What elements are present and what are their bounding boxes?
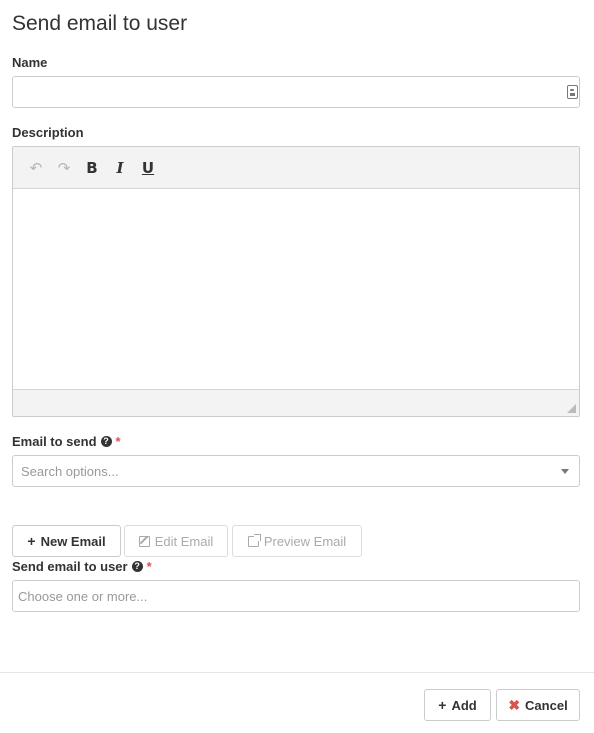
editor-statusbar (13, 389, 579, 416)
cancel-label: Cancel (525, 697, 568, 713)
new-email-button[interactable]: + New Email (12, 525, 121, 557)
edit-email-button[interactable]: Edit Email (124, 525, 228, 557)
plus-icon: + (27, 533, 36, 549)
description-label: Description (12, 125, 84, 140)
required-marker: * (146, 559, 152, 574)
name-input[interactable] (12, 76, 580, 108)
cancel-button[interactable]: ✖ Cancel (496, 689, 580, 721)
send-to-user-input[interactable] (12, 580, 580, 612)
send-to-user-label-text: Send email to user (12, 559, 128, 574)
plus-icon: + (438, 697, 447, 713)
send-to-user-label: Send email to user ? * (12, 559, 152, 574)
editor-content-area[interactable] (13, 189, 579, 389)
footer-divider (0, 672, 594, 673)
edit-icon (138, 535, 150, 547)
dialog-title: Send email to user (12, 12, 188, 35)
name-label: Name (12, 55, 47, 70)
undo-icon[interactable]: ↶ (25, 157, 47, 179)
name-label-text: Name (12, 55, 48, 70)
redo-icon[interactable]: ↷ (53, 157, 75, 179)
email-to-send-select[interactable]: Search options... (12, 455, 580, 487)
help-icon[interactable]: ? (100, 436, 112, 447)
bold-button[interactable]: B (81, 157, 103, 179)
chevron-down-icon (561, 469, 569, 474)
italic-button[interactable]: I (109, 157, 131, 179)
close-icon: ✖ (508, 696, 521, 713)
edit-email-label: Edit Email (154, 533, 214, 549)
email-to-send-placeholder: Search options... (21, 463, 119, 479)
preview-email-button[interactable]: Preview Email (232, 525, 362, 557)
email-to-send-label: Email to send ? * (12, 434, 121, 449)
external-link-icon (247, 533, 261, 547)
add-label: Add (451, 697, 477, 713)
required-marker: * (115, 434, 121, 449)
editor-toolbar: ↶ ↷ B I U (13, 147, 579, 189)
description-label-text: Description (12, 125, 84, 140)
add-button[interactable]: + Add (424, 689, 491, 721)
email-to-send-label-text: Email to send (12, 434, 97, 449)
description-editor: ↶ ↷ B I U (12, 146, 580, 417)
contact-card-icon (567, 85, 578, 99)
preview-email-label: Preview Email (263, 533, 347, 549)
resize-handle-icon[interactable] (567, 404, 576, 413)
help-icon[interactable]: ? (131, 561, 143, 572)
new-email-label: New Email (40, 533, 106, 549)
underline-button[interactable]: U (137, 157, 159, 179)
